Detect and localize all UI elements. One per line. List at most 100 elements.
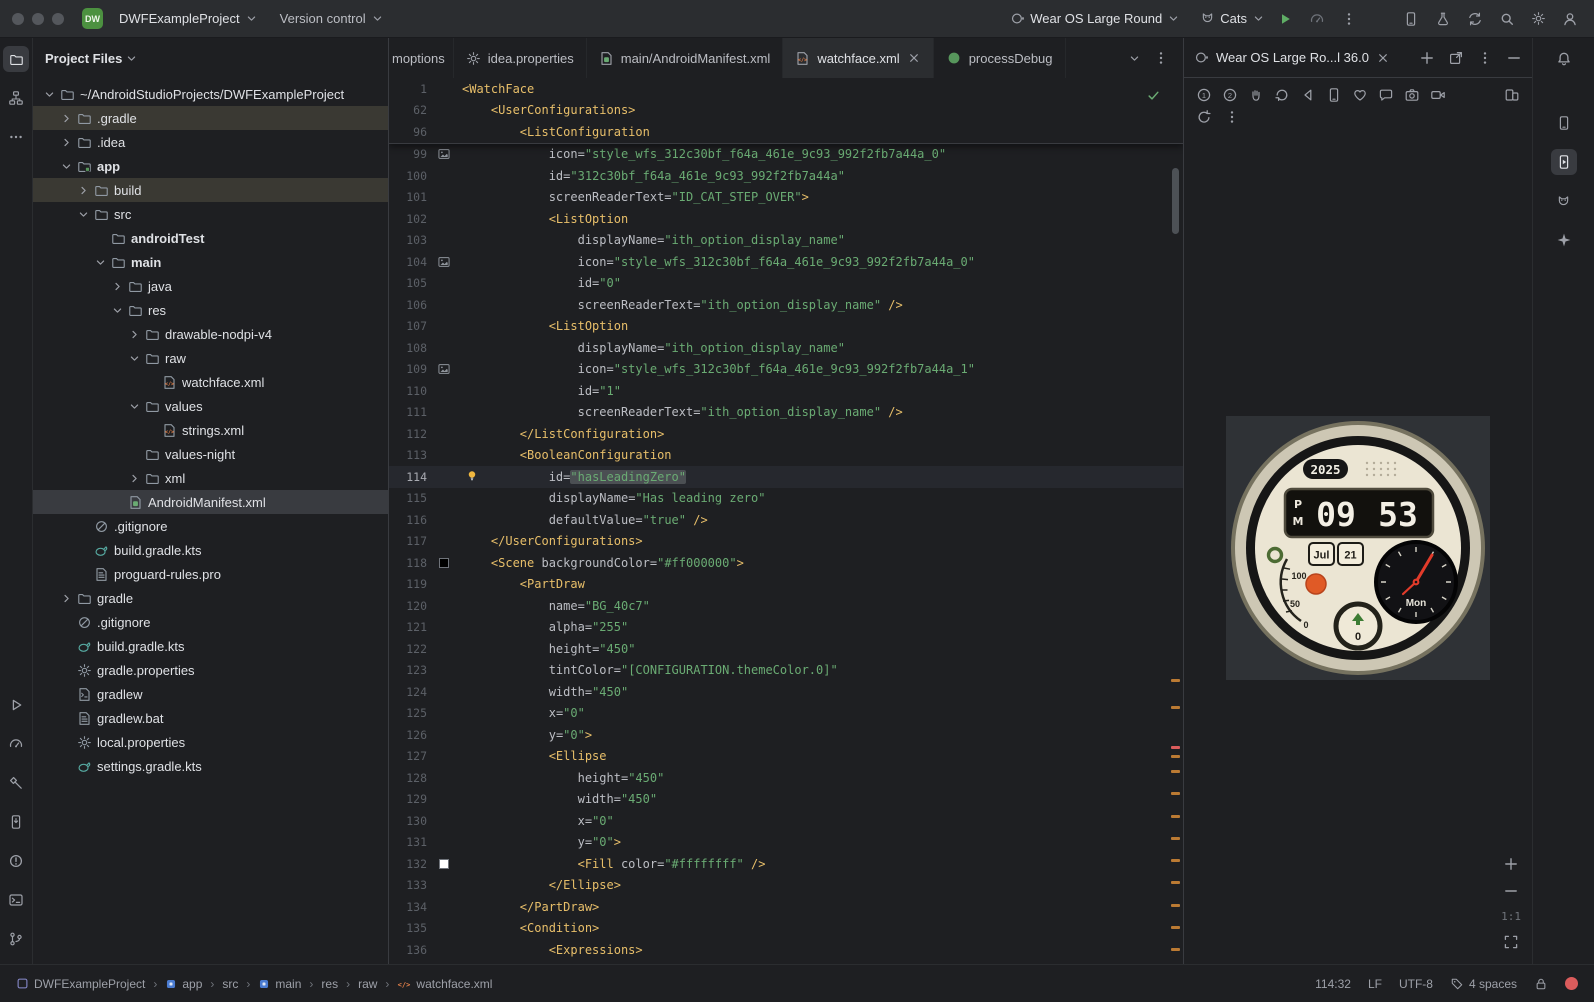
chevron-right-icon[interactable] bbox=[75, 182, 92, 199]
tilt-icon[interactable] bbox=[1274, 87, 1290, 103]
vcs-widget[interactable]: Version control bbox=[272, 7, 392, 30]
tree-item-src[interactable]: src bbox=[33, 202, 388, 226]
run-configuration-selector[interactable]: Cats bbox=[1192, 7, 1273, 30]
warning-mark[interactable] bbox=[1171, 881, 1180, 884]
code-line-136[interactable]: 136 <Expressions> bbox=[389, 939, 1183, 961]
tree-item-settings-gradle-kts[interactable]: settings.gradle.kts bbox=[33, 754, 388, 778]
chevron-down-icon[interactable] bbox=[126, 350, 143, 367]
close-tab-icon[interactable] bbox=[907, 51, 921, 65]
tree-item-androidstudioprojects-dwfexampleproject[interactable]: ~/AndroidStudioProjects/DWFExampleProjec… bbox=[33, 82, 388, 106]
warning-mark[interactable] bbox=[1171, 770, 1180, 773]
indent-widget[interactable]: 4 spaces bbox=[1450, 977, 1517, 991]
code-line-100[interactable]: 100 id="312c30bf_f64a_461e_9c93_992f2fb7… bbox=[389, 165, 1183, 187]
code-line-109[interactable]: 109 icon="style_wfs_312c30bf_f64a_461e_9… bbox=[389, 359, 1183, 381]
settings-icon[interactable] bbox=[1531, 11, 1546, 26]
palm-icon[interactable] bbox=[1248, 87, 1264, 103]
device-manager-icon[interactable] bbox=[3, 809, 29, 835]
panel-options-icon[interactable] bbox=[1477, 50, 1493, 66]
caret-position-widget[interactable]: 114:32 bbox=[1315, 977, 1351, 991]
breadcrumb-item-app[interactable]: app bbox=[165, 977, 202, 991]
tree-item-gitignore[interactable]: .gitignore bbox=[33, 514, 388, 538]
heart-rate-icon[interactable] bbox=[1352, 87, 1368, 103]
editor-scrollbar[interactable] bbox=[1172, 168, 1179, 234]
tree-item-build[interactable]: build bbox=[33, 178, 388, 202]
warning-mark[interactable] bbox=[1171, 679, 1180, 682]
code-line-103[interactable]: 103 displayName="ith_option_display_name… bbox=[389, 230, 1183, 252]
structure-icon[interactable] bbox=[3, 85, 29, 111]
code-line-113[interactable]: 113 <BooleanConfiguration bbox=[389, 445, 1183, 467]
tab-main-androidmanifest-xml[interactable]: main/AndroidManifest.xml bbox=[587, 38, 784, 78]
tab-idea-properties[interactable]: idea.properties bbox=[454, 38, 587, 78]
add-device-icon[interactable] bbox=[1419, 50, 1435, 66]
code-line-120[interactable]: 120 name="BG_40c7" bbox=[389, 595, 1183, 617]
chevron-right-icon[interactable] bbox=[58, 134, 75, 151]
zoom-to-fit-icon[interactable] bbox=[1503, 934, 1519, 950]
chevron-right-icon[interactable] bbox=[126, 470, 143, 487]
drawable-preview-icon[interactable] bbox=[434, 362, 454, 376]
code-line-135[interactable]: 135 <Condition> bbox=[389, 918, 1183, 940]
code-line-108[interactable]: 108 displayName="ith_option_display_name… bbox=[389, 337, 1183, 359]
code-line-115[interactable]: 115 displayName="Has leading zero" bbox=[389, 488, 1183, 510]
tree-item-gradle-properties[interactable]: gradle.properties bbox=[33, 658, 388, 682]
code-line-122[interactable]: 122 height="450" bbox=[389, 638, 1183, 660]
code-line-101[interactable]: 101 screenReaderText="ID_CAT_STEP_OVER"> bbox=[389, 187, 1183, 209]
chevron-right-icon[interactable] bbox=[109, 278, 126, 295]
emulator-display[interactable]: 2025 P M 09 53 Jul 21 100 50 0 Mon 0 bbox=[1226, 415, 1490, 680]
file-lock-icon[interactable] bbox=[1534, 977, 1548, 991]
open-in-window-icon[interactable] bbox=[1448, 50, 1464, 66]
tab-watchface-xml[interactable]: </> watchface.xml bbox=[783, 38, 934, 78]
color-swatch[interactable] bbox=[439, 858, 449, 869]
device-selector[interactable]: Wear OS Large Round bbox=[1002, 7, 1188, 30]
experiments-icon[interactable] bbox=[1435, 11, 1451, 27]
code-line-130[interactable]: 130 x="0" bbox=[389, 810, 1183, 832]
code-line-99[interactable]: 99 icon="style_wfs_312c30bf_f64a_461e_9c… bbox=[389, 144, 1183, 166]
code-line-114[interactable]: 114 id="hasLeadingZero" bbox=[389, 466, 1183, 488]
reset-icon[interactable] bbox=[1196, 109, 1212, 125]
device-icon[interactable] bbox=[1326, 87, 1342, 103]
breadcrumb-item-res[interactable]: res bbox=[321, 977, 338, 991]
error-stripe[interactable] bbox=[1168, 78, 1183, 964]
terminal-icon[interactable] bbox=[3, 887, 29, 913]
code-line-62[interactable]: 62 <UserConfigurations> bbox=[389, 100, 1183, 122]
code-line-102[interactable]: 102 <ListOption bbox=[389, 208, 1183, 230]
zoom-in-icon[interactable] bbox=[1503, 856, 1519, 872]
more-actions-icon[interactable] bbox=[1341, 11, 1357, 27]
code-line-112[interactable]: 112 </ListConfiguration> bbox=[389, 423, 1183, 445]
analysis-status-indicator[interactable] bbox=[1565, 977, 1578, 990]
line-separator-widget[interactable]: LF bbox=[1368, 977, 1382, 991]
code-line-111[interactable]: 111 screenReaderText="ith_option_display… bbox=[389, 402, 1183, 424]
tree-item-idea[interactable]: .idea bbox=[33, 130, 388, 154]
warning-mark[interactable] bbox=[1171, 815, 1180, 818]
code-line-107[interactable]: 107 <ListOption bbox=[389, 316, 1183, 338]
tree-item-gradlew-bat[interactable]: gradlew.bat bbox=[33, 706, 388, 730]
button-two-icon[interactable]: 2 bbox=[1222, 87, 1238, 103]
back-icon[interactable] bbox=[1300, 87, 1316, 103]
drawable-preview-icon[interactable] bbox=[434, 255, 454, 269]
code-line-128[interactable]: 128 height="450" bbox=[389, 767, 1183, 789]
code-line-117[interactable]: 117 </UserConfigurations> bbox=[389, 531, 1183, 553]
sync-project-icon[interactable] bbox=[1467, 11, 1483, 27]
error-mark[interactable] bbox=[1171, 746, 1180, 749]
button-one-icon[interactable]: 1 bbox=[1196, 87, 1212, 103]
code-line-132[interactable]: 132 <Fill color="#ffffffff" /> bbox=[389, 853, 1183, 875]
code-line-134[interactable]: 134 </PartDraw> bbox=[389, 896, 1183, 918]
search-everywhere-icon[interactable] bbox=[1499, 11, 1515, 27]
warning-mark[interactable] bbox=[1171, 755, 1180, 758]
intention-bulb-icon[interactable] bbox=[465, 469, 479, 483]
version-control-icon[interactable] bbox=[3, 926, 29, 952]
tree-item-local-properties[interactable]: local.properties bbox=[33, 730, 388, 754]
code-editor[interactable]: 1 <WatchFace 62 <UserConfigurations> 96 <Li… bbox=[389, 78, 1183, 964]
breadcrumb-item-watchface-xml[interactable]: </> watchface.xml bbox=[397, 977, 492, 991]
code-line-125[interactable]: 125 x="0" bbox=[389, 703, 1183, 725]
tree-item-main[interactable]: main bbox=[33, 250, 388, 274]
more-icon[interactable] bbox=[1224, 109, 1240, 125]
tree-item-watchface-xml[interactable]: </> watchface.xml bbox=[33, 370, 388, 394]
color-swatch[interactable] bbox=[439, 557, 449, 568]
code-line-123[interactable]: 123 tintColor="[CONFIGURATION.themeColor… bbox=[389, 660, 1183, 682]
run-icon[interactable] bbox=[3, 692, 29, 718]
tree-item-build-gradle-kts[interactable]: build.gradle.kts bbox=[33, 634, 388, 658]
code-line-104[interactable]: 104 icon="style_wfs_312c30bf_f64a_461e_9… bbox=[389, 251, 1183, 273]
run-button[interactable] bbox=[1277, 11, 1293, 27]
hidden-tabs-icon[interactable] bbox=[1128, 52, 1141, 65]
chevron-down-icon[interactable] bbox=[92, 254, 109, 271]
